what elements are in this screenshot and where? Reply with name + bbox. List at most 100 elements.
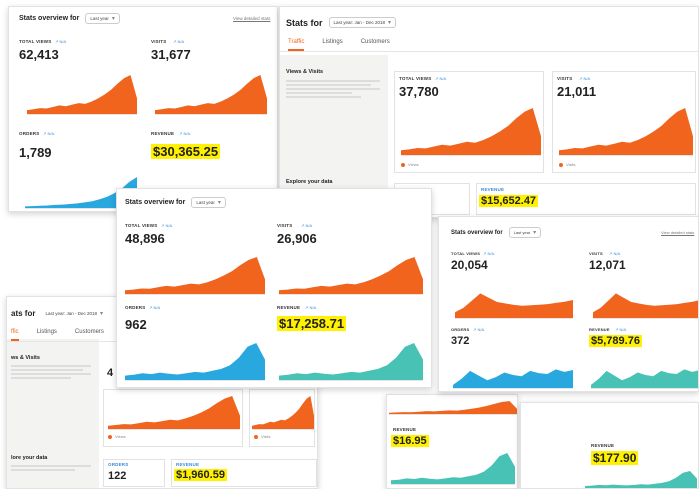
chart-area <box>591 369 698 388</box>
chevron-down-icon: ▾ <box>99 311 103 317</box>
explore-data-heading: lore your data <box>11 455 48 461</box>
compare-badge: ↗ N/A <box>609 251 621 256</box>
panel-title: Stats overview for <box>19 15 80 22</box>
chart-area <box>559 108 693 155</box>
date-range-dropdown[interactable]: Last year: Jan - Dec 2018 ▾ <box>328 17 397 28</box>
compare-badge: ↗ N/A <box>483 251 495 256</box>
panel-stats-for-2: Stats for Last year: Jan - Dec 2018 ▾ Tra… <box>279 6 699 218</box>
date-range-value: Last year: Jan - Dec 2018 <box>333 20 386 25</box>
visits-value: 26,906 <box>277 231 317 246</box>
visits-value: 12,071 <box>589 258 626 272</box>
total-views-card: TOTAL VIEWS ↗ N/A 37,780 Views <box>394 71 544 173</box>
revenue-card: REVENUE $15,652.47 <box>476 183 696 215</box>
revenue-value: $16.95 <box>391 435 429 447</box>
compare-badge: ↗ N/A <box>305 305 317 310</box>
total-views-card: TOTAL VIEWS ↗ N/A 48,896 <box>125 223 267 295</box>
chart-area <box>453 369 573 388</box>
explore-data-description <box>11 463 91 473</box>
chart-area <box>279 257 423 294</box>
chevron-down-icon: ▾ <box>217 200 221 206</box>
orders-label: ORDERS <box>125 305 146 310</box>
revenue-value: $5,789.76 <box>589 335 642 347</box>
date-range-dropdown[interactable]: Last year ▾ <box>85 13 120 24</box>
tab-customers[interactable]: Customers <box>361 39 390 51</box>
chart-area <box>279 343 423 380</box>
date-range-value: Last year <box>196 200 215 205</box>
legend-dot <box>401 162 405 167</box>
revenue-value: $1,960.59 <box>174 469 227 481</box>
visits-chart <box>593 293 698 319</box>
legend-dot <box>254 434 258 439</box>
total-views-chart <box>401 108 541 156</box>
total-views-card: TOTAL VIEWS ↗ N/A 62,413 <box>19 39 137 119</box>
visits-card: Visits <box>249 389 315 447</box>
panel-title: Stats overview for <box>451 229 503 236</box>
tab-listings[interactable]: Listings <box>37 329 57 341</box>
orders-card: ORDERS ↗ N/A 962 <box>125 305 267 385</box>
chevron-down-icon: ▾ <box>111 16 115 22</box>
panel-header: ats for Last year: Jan - Dec 2018 ▾ <box>11 309 107 318</box>
tab-listings[interactable]: Listings <box>322 39 342 51</box>
orders-value: 1,789 <box>19 145 52 160</box>
visits-label: VISITS <box>589 251 603 256</box>
total-views-chart <box>125 257 265 295</box>
panel-stats-overview-1: Stats overview for Last year ▾ View detai… <box>8 6 278 212</box>
visits-value: 21,011 <box>557 84 597 99</box>
compare-badge: ↗ N/A <box>161 223 173 228</box>
orders-card: ORDERS 122 <box>103 459 165 487</box>
view-detailed-stats-link[interactable]: View detailed stats <box>661 230 694 235</box>
revenue-label: REVENUE <box>591 443 615 448</box>
date-range-dropdown[interactable]: Last year ▾ <box>191 197 226 208</box>
revenue-label: REVENUE <box>277 305 301 310</box>
total-views-chart <box>455 293 573 319</box>
total-views-label: TOTAL VIEWS <box>125 223 158 228</box>
chart-legend: Views <box>108 434 126 439</box>
tab-traffic[interactable]: ffic <box>11 329 19 341</box>
views-chart <box>108 396 240 430</box>
compare-badge: ↗ N/A <box>179 131 191 136</box>
date-range-value: Last year: Jan - Dec 2018 <box>45 311 97 316</box>
chart-legend: Visits <box>559 162 575 167</box>
panel-title: ats for <box>11 309 36 318</box>
revenue-label: REVENUE <box>176 462 200 467</box>
revenue-chart <box>391 453 515 485</box>
date-range-dropdown[interactable]: Last year: Jan - Dec 2018 ▾ <box>41 309 107 318</box>
revenue-value: $30,365.25 <box>151 144 221 159</box>
tab-customers[interactable]: Customers <box>75 329 104 341</box>
orders-chart <box>125 343 265 381</box>
revenue-label: REVENUE <box>589 327 610 332</box>
panel-header: Stats for Last year: Jan - Dec 2018 ▾ <box>286 17 397 28</box>
tab-traffic[interactable]: Traffic <box>288 39 305 51</box>
panel-stats-overview-3: Stats overview for Last year ▾ TOTAL VIEW… <box>116 188 432 388</box>
chart-area <box>593 293 698 318</box>
revenue-value: $17,258.71 <box>277 316 347 331</box>
revenue-chart <box>591 369 698 389</box>
total-views-value: 37,780 <box>399 84 439 99</box>
panel-stats-overview-6: REVENUE $16.95 <box>386 394 518 489</box>
legend-label: Visits <box>261 434 271 439</box>
chart-legend: Views <box>401 162 419 167</box>
chart-area <box>389 401 517 414</box>
total-views-card: TOTAL VIEWS ↗ N/A 20,054 <box>451 251 575 321</box>
compare-badge: ↗ N/A <box>173 39 185 44</box>
chart-area <box>125 257 265 294</box>
total-views-value: 48,896 <box>125 231 165 246</box>
views-visits-heading: Views & Visits <box>286 69 324 75</box>
revenue-chart <box>279 343 423 381</box>
date-range-dropdown[interactable]: Last year ▾ <box>508 227 542 238</box>
panel-header: Stats overview for Last year ▾ <box>125 197 226 208</box>
orders-label: ORDERS <box>19 131 40 136</box>
revenue-card: REVENUE $1,960.59 <box>171 459 317 487</box>
visits-label: VISITS <box>277 223 293 228</box>
revenue-chart <box>585 471 697 488</box>
legend-label: Views <box>408 162 419 167</box>
revenue-value: $15,652.47 <box>479 195 539 207</box>
chart-area <box>252 396 314 429</box>
view-detailed-stats-link[interactable]: View detailed stats <box>233 16 270 21</box>
views-visits-description <box>286 78 380 100</box>
visits-card: VISITS ↗ N/A 12,071 <box>589 251 698 321</box>
revenue-label: REVENUE <box>151 131 175 136</box>
orders-value: 372 <box>451 335 470 347</box>
total-views-label: TOTAL VIEWS <box>451 251 481 256</box>
visits-card: VISITS ↗ N/A 31,677 <box>151 39 267 119</box>
